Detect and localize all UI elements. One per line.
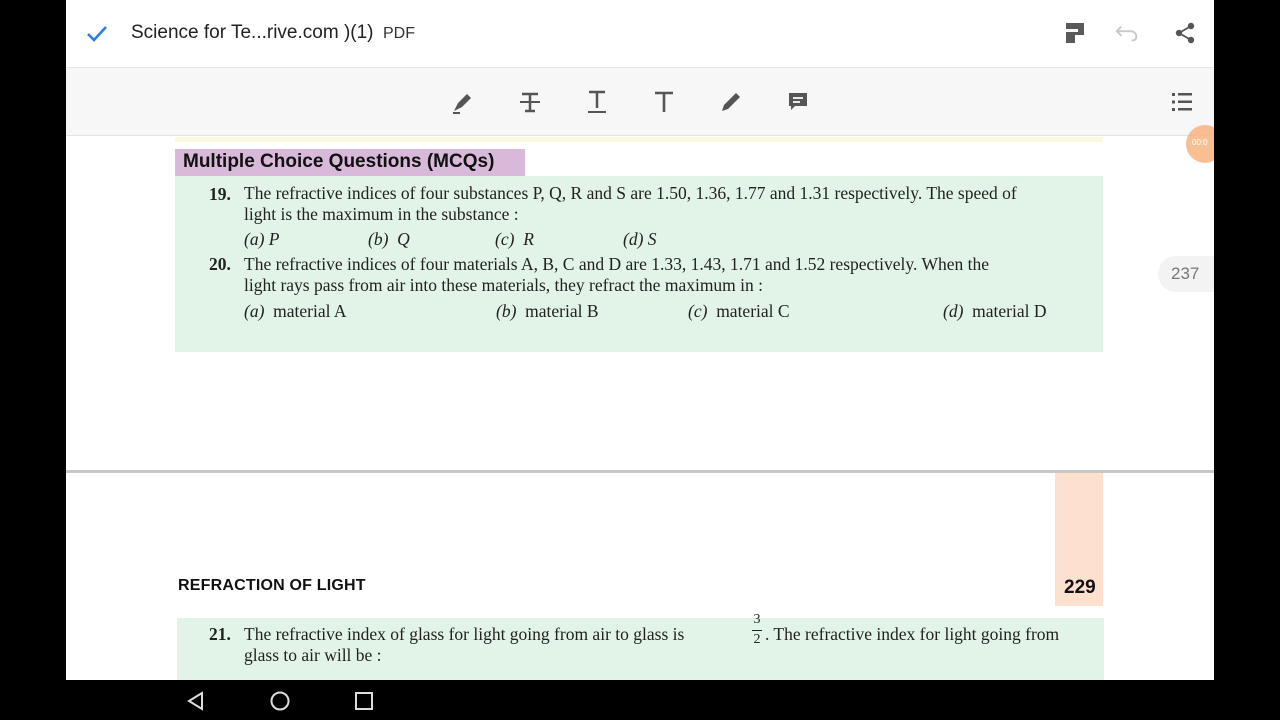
question-number: 21. xyxy=(209,624,231,644)
question-number: 19. xyxy=(209,184,231,204)
answer-option[interactable]: (b) Q xyxy=(368,229,410,250)
underline-icon[interactable] xyxy=(583,88,611,116)
share-icon[interactable] xyxy=(1172,20,1198,46)
check-icon[interactable] xyxy=(86,22,108,44)
question-text: The refractive indices of four materials… xyxy=(244,254,989,274)
question-text: The refractive indices of four substance… xyxy=(244,183,1017,203)
question-text: light is the maximum in the substance : xyxy=(244,204,519,224)
pdf-page[interactable]: REFRACTION OF LIGHT 229 21. The refracti… xyxy=(66,473,1214,680)
section-title: Multiple Choice Questions (MCQs) xyxy=(183,151,495,172)
answer-option[interactable]: (d) S xyxy=(623,229,657,250)
home-icon[interactable] xyxy=(267,688,293,714)
bookmark-icon[interactable] xyxy=(1062,20,1088,46)
question-text: glass to air will be : xyxy=(244,645,382,665)
page-indicator: 237 xyxy=(1158,256,1214,292)
page-number: 229 xyxy=(1064,577,1096,598)
fraction-denominator: 2 xyxy=(753,632,761,647)
question-text: . The refractive index for light going f… xyxy=(765,624,1060,644)
recents-icon[interactable] xyxy=(351,688,377,714)
navigation-bar xyxy=(0,680,1280,720)
outline-list-icon[interactable] xyxy=(1168,88,1196,116)
answer-option[interactable]: (b) material B xyxy=(496,301,599,322)
section-header: Multiple Choice Questions (MCQs) xyxy=(175,149,525,176)
pdf-viewer-app: Science for Te...rive.com )(1) PDF Multi… xyxy=(66,0,1214,680)
fraction-numerator: 3 xyxy=(753,612,761,627)
pdf-page[interactable]: Multiple Choice Questions (MCQs) 19. The… xyxy=(66,137,1214,470)
question-text: The refractive index of glass for light … xyxy=(244,624,685,644)
answer-option[interactable]: (a) material A xyxy=(244,301,347,322)
answer-option[interactable]: (c) material C xyxy=(688,301,790,322)
add-text-icon[interactable] xyxy=(650,88,678,116)
answer-option[interactable]: (a) P xyxy=(244,229,279,250)
highlight-pen-icon[interactable] xyxy=(449,88,477,116)
document-type: PDF xyxy=(383,25,415,42)
fraction-bar xyxy=(752,630,762,631)
draw-pencil-icon[interactable] xyxy=(717,88,745,116)
chapter-heading: REFRACTION OF LIGHT xyxy=(178,577,366,594)
answer-option[interactable]: (d) material D xyxy=(943,301,1047,322)
answer-option[interactable]: (c) R xyxy=(495,229,534,250)
strikethrough-icon[interactable] xyxy=(516,88,544,116)
annotation-toolbar xyxy=(66,68,1214,136)
page-top-strip xyxy=(175,137,1103,142)
question-text: light rays pass from air into these mate… xyxy=(244,275,764,295)
document-title: Science for Te...rive.com )(1) xyxy=(131,22,374,43)
undo-icon[interactable] xyxy=(1114,20,1140,46)
back-icon[interactable] xyxy=(183,688,209,714)
title-bar: Science for Te...rive.com )(1) PDF xyxy=(66,0,1214,68)
question-number: 20. xyxy=(209,254,231,274)
comment-icon[interactable] xyxy=(784,88,812,116)
